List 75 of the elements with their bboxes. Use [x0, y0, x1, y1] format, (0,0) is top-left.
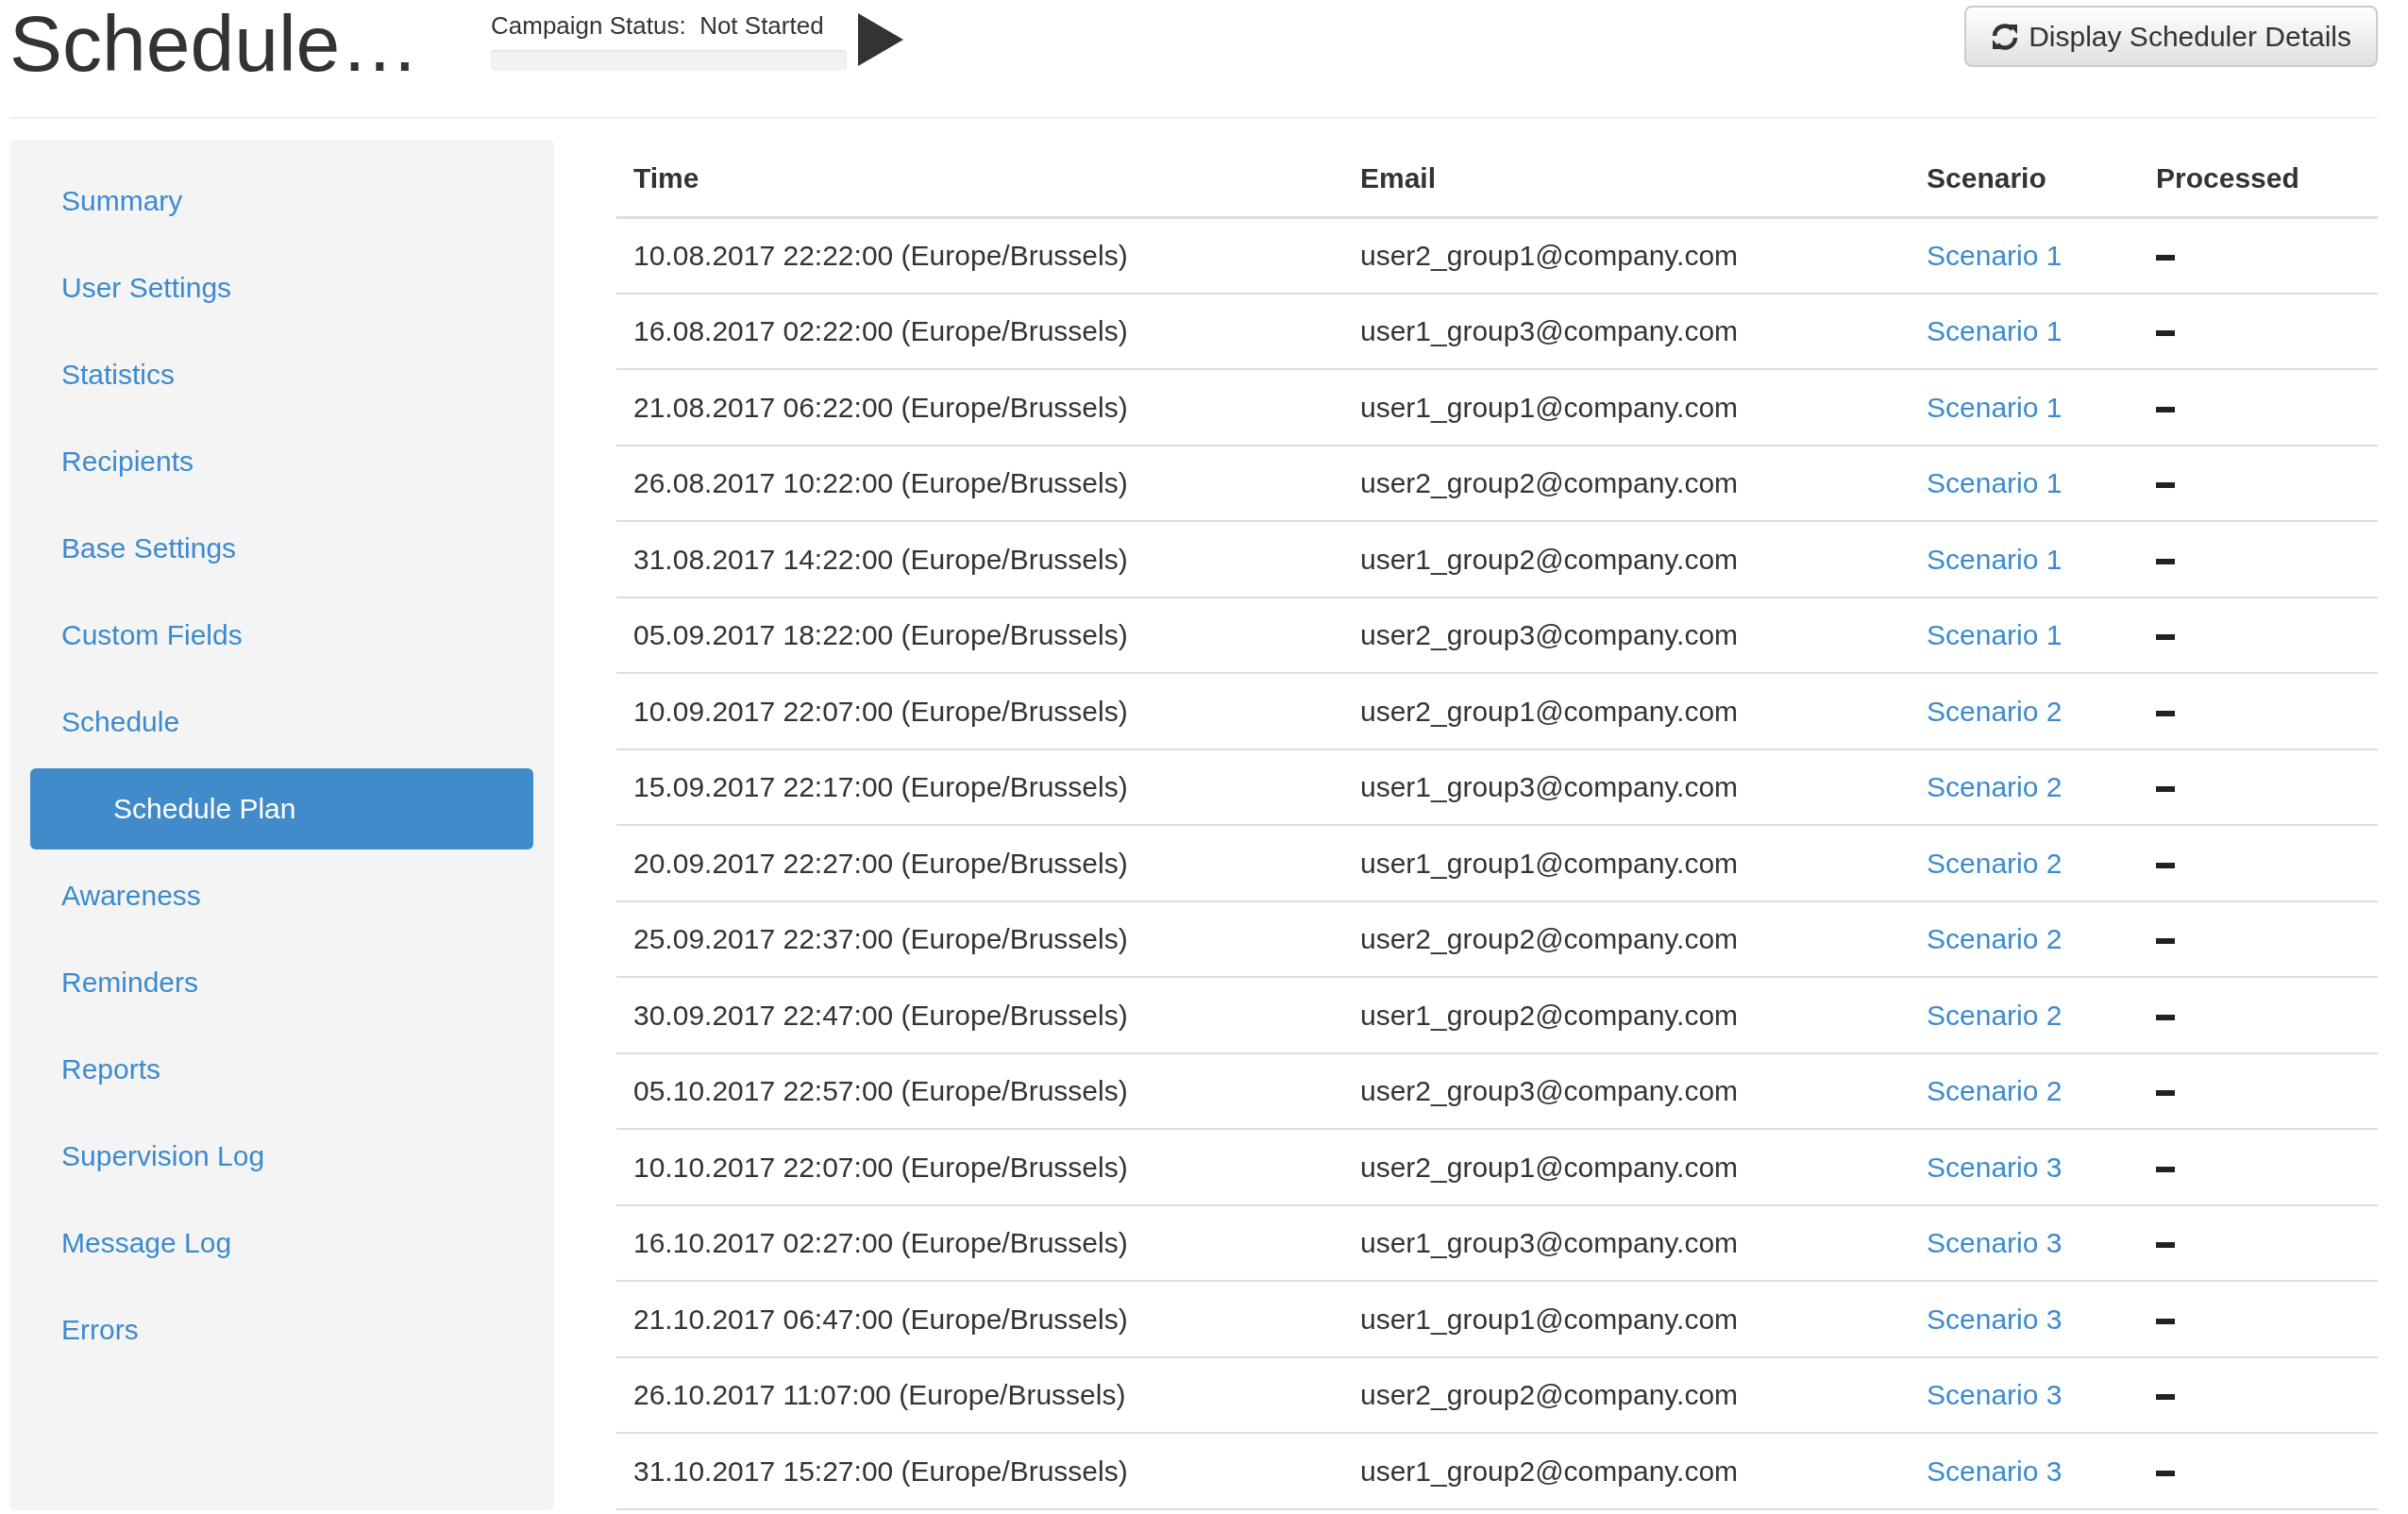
- sidebar-item[interactable]: Recipients: [30, 418, 533, 505]
- time-cell: 10.10.2017 22:07:00 (Europe/Brussels): [616, 1129, 1343, 1205]
- sidebar-item[interactable]: Reminders: [30, 939, 533, 1026]
- column-header: Scenario: [1910, 140, 2139, 217]
- time-cell: 10.08.2017 22:22:00 (Europe/Brussels): [616, 217, 1343, 294]
- time-cell: 16.08.2017 02:22:00 (Europe/Brussels): [616, 293, 1343, 369]
- scenario-link[interactable]: Scenario 2: [1927, 923, 2063, 955]
- time-cell: 30.09.2017 22:47:00 (Europe/Brussels): [616, 977, 1343, 1053]
- scenario-link[interactable]: Scenario 2: [1927, 847, 2063, 879]
- time-cell: 26.10.2017 11:07:00 (Europe/Brussels): [616, 1356, 1343, 1433]
- sidebar-item[interactable]: Schedule: [30, 679, 533, 765]
- email-cell: user2_group3@company.com: [1343, 1052, 1910, 1129]
- scenario-link[interactable]: Scenario 1: [1927, 315, 2063, 347]
- scenario-link[interactable]: Scenario 3: [1927, 1455, 2063, 1487]
- time-cell: 05.10.2017 22:57:00 (Europe/Brussels): [616, 1052, 1343, 1129]
- email-cell: user1_group1@company.com: [1343, 369, 1910, 446]
- sidebar-item[interactable]: Awareness: [30, 852, 533, 939]
- email-cell: user1_group3@company.com: [1343, 293, 1910, 369]
- time-cell: 05.09.2017 18:22:00 (Europe/Brussels): [616, 597, 1343, 673]
- time-cell: 10.09.2017 22:07:00 (Europe/Brussels): [616, 673, 1343, 749]
- sidebar-item[interactable]: Supervision Log: [30, 1113, 533, 1200]
- sidebar-item[interactable]: Errors: [30, 1287, 533, 1373]
- scenario-link[interactable]: Scenario 1: [1927, 467, 2063, 499]
- display-details-button[interactable]: Display Scheduler Details: [1964, 6, 2378, 67]
- time-cell: 15.09.2017 22:17:00 (Europe/Brussels): [616, 749, 1343, 825]
- sidebar-item[interactable]: Base Settings: [30, 505, 533, 592]
- column-header: Email: [1343, 140, 1910, 217]
- sidebar-item[interactable]: Custom Fields: [30, 592, 533, 679]
- status-label: Campaign Status:: [491, 11, 686, 40]
- time-cell: 21.08.2017 06:22:00 (Europe/Brussels): [616, 369, 1343, 446]
- sidebar-item[interactable]: User Settings: [30, 244, 533, 331]
- scenario-link[interactable]: Scenario 2: [1927, 999, 2063, 1031]
- scenario-link[interactable]: Scenario 1: [1927, 391, 2063, 423]
- sidebar-item[interactable]: Schedule Plan: [30, 768, 533, 850]
- scenario-link[interactable]: Scenario 3: [1927, 1303, 2063, 1335]
- page-title: Schedule…: [9, 4, 421, 83]
- email-cell: user2_group2@company.com: [1343, 445, 1910, 521]
- refresh-icon: [1991, 21, 2020, 52]
- email-cell: user2_group1@company.com: [1343, 217, 1910, 294]
- scenario-link[interactable]: Scenario 2: [1927, 1075, 2063, 1107]
- scenario-link[interactable]: Scenario 2: [1927, 771, 2063, 803]
- time-cell: 16.10.2017 02:27:00 (Europe/Brussels): [616, 1204, 1343, 1281]
- email-cell: user1_group2@company.com: [1343, 977, 1910, 1053]
- sidebar-item[interactable]: Message Log: [30, 1200, 533, 1287]
- scenario-link[interactable]: Scenario 1: [1927, 240, 2063, 271]
- email-cell: user1_group3@company.com: [1343, 1204, 1910, 1281]
- time-cell: 21.10.2017 06:47:00 (Europe/Brussels): [616, 1281, 1343, 1357]
- email-cell: user1_group2@company.com: [1343, 521, 1910, 597]
- column-header: Time: [616, 140, 1343, 217]
- time-cell: 31.10.2017 15:27:00 (Europe/Brussels): [616, 1433, 1343, 1509]
- scenario-link[interactable]: Scenario 1: [1927, 543, 2063, 575]
- email-cell: user2_group3@company.com: [1343, 597, 1910, 673]
- status-value: Not Started: [699, 11, 824, 40]
- time-cell: 26.08.2017 10:22:00 (Europe/Brussels): [616, 445, 1343, 521]
- time-cell: 20.09.2017 22:27:00 (Europe/Brussels): [616, 825, 1343, 901]
- email-cell: user1_group1@company.com: [1343, 1281, 1910, 1357]
- column-header: Processed: [2139, 140, 2378, 217]
- email-cell: user1_group1@company.com: [1343, 825, 1910, 901]
- scenario-link[interactable]: Scenario 3: [1927, 1379, 2063, 1411]
- email-cell: user2_group1@company.com: [1343, 673, 1910, 749]
- time-cell: 31.08.2017 14:22:00 (Europe/Brussels): [616, 521, 1343, 597]
- email-cell: user2_group1@company.com: [1343, 1129, 1910, 1205]
- time-cell: 25.09.2017 22:37:00 (Europe/Brussels): [616, 900, 1343, 977]
- scenario-link[interactable]: Scenario 3: [1927, 1151, 2063, 1183]
- sidebar-item[interactable]: Summary: [30, 158, 533, 244]
- email-cell: user2_group2@company.com: [1343, 900, 1910, 977]
- email-cell: user1_group2@company.com: [1343, 1433, 1910, 1509]
- play-icon[interactable]: [858, 13, 903, 66]
- email-cell: user2_group2@company.com: [1343, 1356, 1910, 1433]
- sidebar-item[interactable]: Statistics: [30, 331, 533, 418]
- scenario-link[interactable]: Scenario 1: [1927, 619, 2063, 651]
- scenario-link[interactable]: Scenario 3: [1927, 1227, 2063, 1259]
- scenario-link[interactable]: Scenario 2: [1927, 695, 2063, 727]
- sidebar-item[interactable]: Reports: [30, 1026, 533, 1113]
- email-cell: user1_group3@company.com: [1343, 749, 1910, 825]
